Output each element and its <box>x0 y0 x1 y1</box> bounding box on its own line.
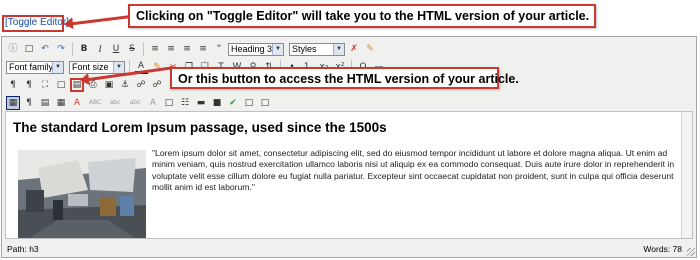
content-scrollbar[interactable] <box>681 112 692 238</box>
strikethrough-button[interactable]: S <box>125 42 139 56</box>
callout-html-button: Or this button to access the HTML versio… <box>170 67 519 89</box>
chevron-down-icon: ▼ <box>113 61 124 73</box>
preview-icon[interactable]: □ <box>54 78 68 92</box>
remove-format-icon[interactable]: ✗ <box>347 42 361 56</box>
styleprops-icon[interactable]: A <box>146 96 160 110</box>
media-icon[interactable]: ■ <box>210 96 224 110</box>
italic-button[interactable]: I <box>93 42 107 56</box>
callout-toggle-text: Clicking on "Toggle Editor" will take yo… <box>136 9 590 23</box>
undo-icon[interactable]: ↶ <box>38 42 52 56</box>
gallery-interior-image <box>18 150 146 238</box>
gallery-photo <box>18 150 146 238</box>
ltr-button[interactable]: ¶ <box>6 78 20 92</box>
pagebreak-icon[interactable]: □ <box>242 96 256 110</box>
element-path: Path: h3 <box>7 244 39 254</box>
article-heading: The standard Lorem Ipsum passage, used s… <box>13 120 387 135</box>
toolbar-separator <box>143 42 144 56</box>
blockquote-icon[interactable]: “ <box>212 42 226 56</box>
styles-select-value: Styles <box>292 44 317 54</box>
styles-select[interactable]: Styles ▼ <box>289 42 345 56</box>
template-icon[interactable]: ☷ <box>178 96 192 110</box>
insert-image-icon[interactable]: ▣ <box>102 78 116 92</box>
help-icon[interactable]: ⓘ <box>6 42 20 56</box>
font-size-select-value: Font size <box>72 62 109 72</box>
anchor-icon[interactable]: ⚓ <box>118 78 132 92</box>
word-count: Words: 78 <box>643 244 682 254</box>
new-document-icon[interactable]: □ <box>22 42 36 56</box>
callout-toggle-editor: Clicking on "Toggle Editor" will take yo… <box>128 4 596 28</box>
rtl-icon[interactable]: ¶ <box>22 78 36 92</box>
non-breaking-icon[interactable]: ▬ <box>194 96 208 110</box>
chevron-down-icon: ▼ <box>333 43 344 55</box>
acronym-button[interactable]: abc <box>106 96 124 110</box>
font-family-select-value: Font family <box>9 62 54 72</box>
callout-html-text: Or this button to access the HTML versio… <box>178 72 519 86</box>
callout-arrow-toggle <box>65 15 129 26</box>
chevron-down-icon: ▼ <box>272 43 283 55</box>
article-paragraph: "Lorem ipsum dolor sit amet, consectetur… <box>152 148 675 193</box>
resize-handle-icon[interactable] <box>687 248 695 256</box>
fullscreen-icon[interactable]: ⛶ <box>38 78 52 92</box>
pilcrow-button[interactable]: ¶ <box>22 96 36 110</box>
font-family-select[interactable]: Font family ▼ <box>6 60 64 74</box>
insert-table-icon[interactable]: ▦ <box>54 96 68 110</box>
editor-statusbar: Path: h3 Words: 78 <box>2 241 696 257</box>
abbr-button[interactable]: ABC <box>86 96 104 110</box>
toolbar-separator <box>72 42 73 56</box>
chevron-down-icon: ▼ <box>52 61 63 73</box>
spellcheck-icon[interactable]: A <box>70 96 84 110</box>
insert-layer-icon[interactable]: ▤ <box>38 96 52 110</box>
font-size-select[interactable]: Font size ▼ <box>69 60 125 74</box>
format-select[interactable]: Heading 3 ▼ <box>228 42 284 56</box>
align-right-icon[interactable]: ≡ <box>180 42 194 56</box>
visual-aid-icon[interactable]: ▦ <box>6 96 20 110</box>
bold-button[interactable]: B <box>77 42 91 56</box>
nonbreaking-space-icon[interactable]: □ <box>258 96 272 110</box>
redo-icon[interactable]: ↷ <box>54 42 68 56</box>
cite-button[interactable]: abc <box>126 96 144 110</box>
align-justify-icon[interactable]: ≡ <box>196 42 210 56</box>
attributes-icon[interactable]: □ <box>162 96 176 110</box>
toolbar-row-1: ⓘ □ ↶ ↷ B I U S ≡ ≡ ≡ ≡ “ Heading 3 ▼ St… <box>6 40 377 58</box>
link-icon[interactable]: ☍ <box>134 78 148 92</box>
align-left-icon[interactable]: ≡ <box>148 42 162 56</box>
align-center-icon[interactable]: ≡ <box>164 42 178 56</box>
toggle-editor-link[interactable]: [Toggle Editor] <box>5 17 69 28</box>
editor-content-area[interactable]: The standard Lorem Ipsum passage, used s… <box>5 111 693 239</box>
format-select-value: Heading 3 <box>231 44 273 54</box>
underline-button[interactable]: U <box>109 42 123 56</box>
toolbar-row-4: ▦ ¶ ▤ ▦ A ABC abc abc A □ ☷ ▬ ■ ✔ □ □ <box>6 94 272 112</box>
unlink-icon[interactable]: ☍ <box>150 78 164 92</box>
cleanup-broom-icon[interactable]: ✎ <box>363 42 377 56</box>
readmore-icon[interactable]: ✔ <box>226 96 240 110</box>
